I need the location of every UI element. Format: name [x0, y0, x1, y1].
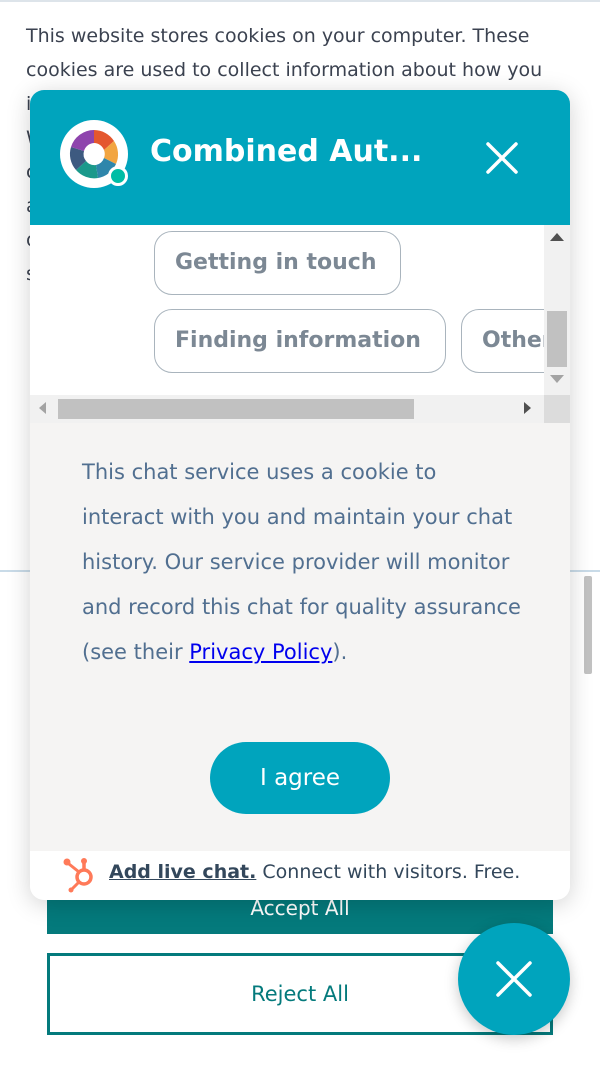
scroll-down-arrow-icon[interactable] — [550, 375, 564, 383]
vertical-scroll-thumb[interactable] — [547, 311, 567, 367]
online-status-dot — [108, 166, 128, 186]
cookie-scrollbar[interactable] — [584, 576, 592, 674]
horizontal-scroll-thumb[interactable] — [58, 399, 414, 419]
quick-replies-area: Getting in touch Finding information Oth… — [30, 225, 570, 423]
chat-launcher-button[interactable] — [458, 923, 570, 1035]
add-live-chat-link[interactable]: Add live chat. — [109, 861, 256, 883]
hubspot-sprocket-icon — [63, 858, 93, 893]
chat-header: Combined Aut... — [30, 90, 570, 225]
privacy-policy-link[interactable]: Privacy Policy — [189, 640, 332, 664]
chat-consent-text: This chat service uses a cookie to inter… — [82, 450, 522, 675]
agree-button[interactable]: I agree — [210, 742, 390, 814]
chat-title: Combined Aut... — [150, 134, 423, 169]
chat-footer: Add live chat. Connect with visitors. Fr… — [30, 851, 570, 900]
quick-reply-getting-in-touch[interactable]: Getting in touch — [154, 231, 401, 295]
horizontal-scrollbar[interactable] — [30, 395, 544, 423]
close-icon — [496, 961, 532, 997]
chat-close-button[interactable] — [482, 138, 522, 178]
scroll-left-arrow-icon[interactable] — [39, 402, 46, 414]
consent-text-end: ). — [332, 640, 348, 664]
scrollbar-corner — [544, 395, 570, 423]
footer-tagline: Connect with visitors. Free. — [256, 861, 521, 883]
chat-widget: Combined Aut... Getting in touch Finding… — [30, 90, 570, 900]
quick-reply-finding-information[interactable]: Finding information — [154, 309, 446, 373]
scroll-right-arrow-icon[interactable] — [524, 402, 531, 414]
footer-text: Add live chat. Connect with visitors. Fr… — [109, 861, 520, 883]
scroll-up-arrow-icon[interactable] — [550, 233, 564, 241]
vertical-scrollbar[interactable] — [544, 225, 570, 395]
close-icon — [486, 142, 518, 174]
consent-text-body: This chat service uses a cookie to inter… — [82, 460, 521, 664]
